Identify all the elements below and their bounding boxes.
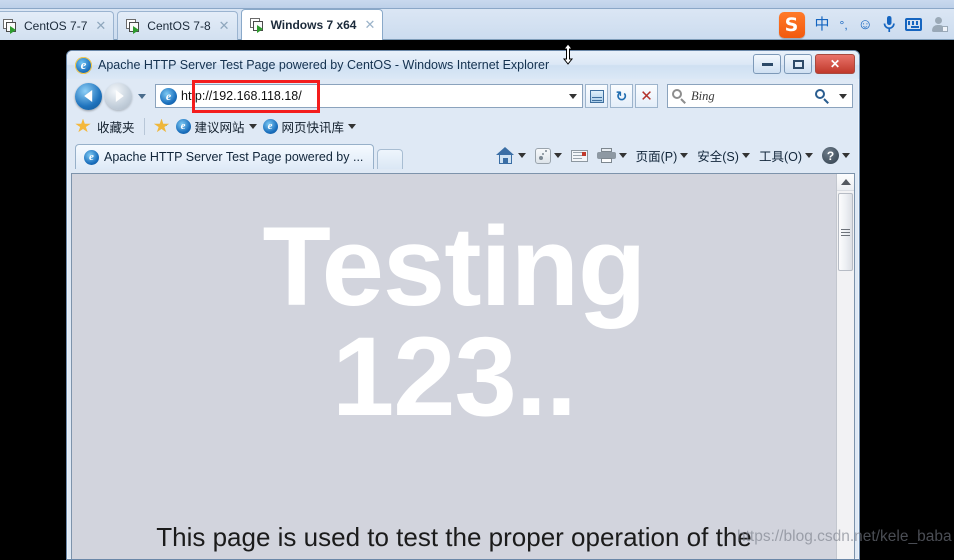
favorites-star-icon[interactable]: [75, 118, 91, 133]
safety-menu-button[interactable]: 安全(S): [694, 145, 753, 166]
scroll-up-button[interactable]: [837, 174, 854, 191]
browser-tab-label: Apache HTTP Server Test Page powered by …: [104, 150, 364, 164]
vertical-scrollbar[interactable]: [836, 174, 854, 559]
printer-icon: [596, 148, 616, 163]
apache-test-page: Testing 123.. This page is used to test …: [72, 174, 836, 559]
help-menu-button[interactable]: ?: [819, 146, 853, 165]
window-title: Apache HTTP Server Test Page powered by …: [98, 58, 550, 72]
internet-explorer-icon: [84, 149, 99, 165]
chevron-down-icon[interactable]: [741, 153, 750, 158]
emoji-icon[interactable]: ☺: [858, 17, 873, 32]
refresh-button[interactable]: ↻: [610, 84, 633, 108]
favorites-item-web-slice-gallery[interactable]: 网页快讯库: [262, 117, 357, 136]
close-icon[interactable]: ✕: [362, 17, 375, 33]
recent-pages-dropdown[interactable]: [135, 93, 149, 99]
sogou-ime-toolbar: S 中 °, ☺: [777, 9, 954, 40]
favorites-label[interactable]: 收藏夹: [97, 117, 135, 136]
home-button[interactable]: [493, 146, 529, 165]
vmware-tab-label: CentOS 7-8: [147, 19, 211, 33]
hero-heading: Testing 123..: [72, 204, 836, 439]
help-icon: ?: [822, 147, 839, 164]
hero-line-1: Testing: [262, 204, 647, 329]
chinese-mode-icon[interactable]: 中: [815, 17, 830, 32]
stop-button[interactable]: ✕: [635, 84, 658, 108]
vertical-resize-cursor: [561, 43, 575, 65]
chevron-down-icon[interactable]: [618, 153, 627, 158]
vmware-workstation-screen: CentOS 7-7 ✕ CentOS 7-8 ✕ Windows 7 x64 …: [0, 0, 954, 560]
page-subtitle: This page is used to test the proper ope…: [156, 522, 752, 552]
chevron-down-icon[interactable]: [348, 123, 357, 129]
close-icon[interactable]: ✕: [93, 18, 106, 34]
page-viewport: Testing 123.. This page is used to test …: [71, 173, 855, 559]
safety-menu-label: 安全(S): [697, 150, 739, 164]
vmware-tab-label: CentOS 7-7: [24, 19, 88, 33]
tools-menu-button[interactable]: 工具(O): [756, 145, 816, 166]
chevron-down-icon[interactable]: [553, 153, 562, 158]
internet-explorer-icon: [175, 118, 191, 134]
add-to-favorites-bar-icon[interactable]: [153, 118, 170, 133]
ie-title-bar[interactable]: Apache HTTP Server Test Page powered by …: [67, 51, 859, 79]
ie-command-bar: 页面(P) 安全(S) 工具(O) ?: [493, 145, 853, 166]
voice-input-icon[interactable]: [883, 16, 895, 33]
ie-navigation-bar: http://192.168.118.18/ ↻ ✕ Bing: [67, 79, 859, 113]
close-icon[interactable]: ✕: [217, 18, 230, 34]
chevron-down-icon[interactable]: [248, 123, 257, 129]
chevron-down-icon[interactable]: [680, 153, 689, 158]
address-dropdown-icon[interactable]: [564, 93, 582, 99]
address-bar[interactable]: http://192.168.118.18/: [155, 84, 583, 108]
page-icon: [160, 87, 177, 105]
search-input[interactable]: Bing: [691, 89, 811, 104]
chevron-down-icon[interactable]: [517, 153, 526, 158]
internet-explorer-icon: [75, 56, 92, 74]
vmware-tab-label: Windows 7 x64: [270, 18, 357, 32]
vmware-tab-centos-7-7[interactable]: CentOS 7-7 ✕: [0, 11, 115, 40]
punctuation-mode-icon[interactable]: °,: [840, 19, 848, 31]
address-input[interactable]: http://192.168.118.18/: [181, 89, 564, 103]
vm-icon: [126, 19, 141, 34]
page-menu-label: 页面(P): [635, 150, 678, 164]
close-button[interactable]: ✕: [815, 54, 855, 74]
minimize-button[interactable]: [753, 54, 781, 74]
vmware-toolbar-strip: [0, 0, 954, 9]
compatibility-view-button[interactable]: [585, 84, 608, 108]
feeds-button[interactable]: [532, 147, 565, 165]
vmware-tab-list: CentOS 7-7 ✕ CentOS 7-8 ✕ Windows 7 x64 …: [0, 9, 386, 40]
internet-explorer-icon: [262, 118, 278, 134]
vmware-tab-centos-7-8[interactable]: CentOS 7-8 ✕: [117, 11, 238, 40]
read-mail-button[interactable]: [568, 149, 591, 163]
vm-icon: [3, 19, 18, 34]
vmware-tab-windows-7-x64[interactable]: Windows 7 x64 ✕: [240, 9, 384, 40]
home-icon: [495, 147, 515, 164]
favorites-item-label: 网页快讯库: [281, 120, 345, 135]
chevron-down-icon[interactable]: [842, 153, 850, 158]
chevron-down-icon[interactable]: [805, 153, 813, 158]
maximize-button[interactable]: [784, 54, 812, 74]
sogou-logo-icon[interactable]: S: [778, 11, 805, 38]
back-button[interactable]: [75, 82, 102, 110]
favorites-item-suggested-sites[interactable]: 建议网站: [175, 117, 257, 136]
favorites-item-label: 建议网站: [194, 120, 245, 135]
ie-tab-row: Apache HTTP Server Test Page powered by …: [67, 139, 859, 169]
scrollbar-thumb[interactable]: [838, 193, 853, 271]
forward-button[interactable]: [105, 82, 132, 110]
mail-icon: [570, 149, 588, 162]
window-controls: ✕: [753, 54, 855, 74]
search-icon: [672, 88, 687, 104]
vm-icon: [249, 18, 265, 33]
page-menu-button[interactable]: 页面(P): [633, 145, 692, 166]
browser-tab-apache-test-page[interactable]: Apache HTTP Server Test Page powered by …: [75, 144, 375, 169]
search-provider-dropdown-icon[interactable]: [834, 93, 852, 99]
new-tab-button[interactable]: [377, 149, 404, 169]
tools-menu-label: 工具(O): [758, 150, 802, 164]
divider: [143, 117, 145, 135]
soft-keyboard-icon[interactable]: [905, 18, 922, 31]
internet-explorer-window: Apache HTTP Server Test Page powered by …: [66, 50, 860, 560]
hero-line-2: 123..: [331, 313, 577, 439]
search-go-icon[interactable]: [815, 88, 830, 104]
search-box[interactable]: Bing: [667, 84, 853, 108]
print-button[interactable]: [594, 147, 630, 164]
rss-icon: [534, 147, 551, 164]
user-account-icon[interactable]: [932, 17, 948, 32]
favorites-bar: 收藏夹 建议网站 网页快讯库: [67, 113, 859, 139]
